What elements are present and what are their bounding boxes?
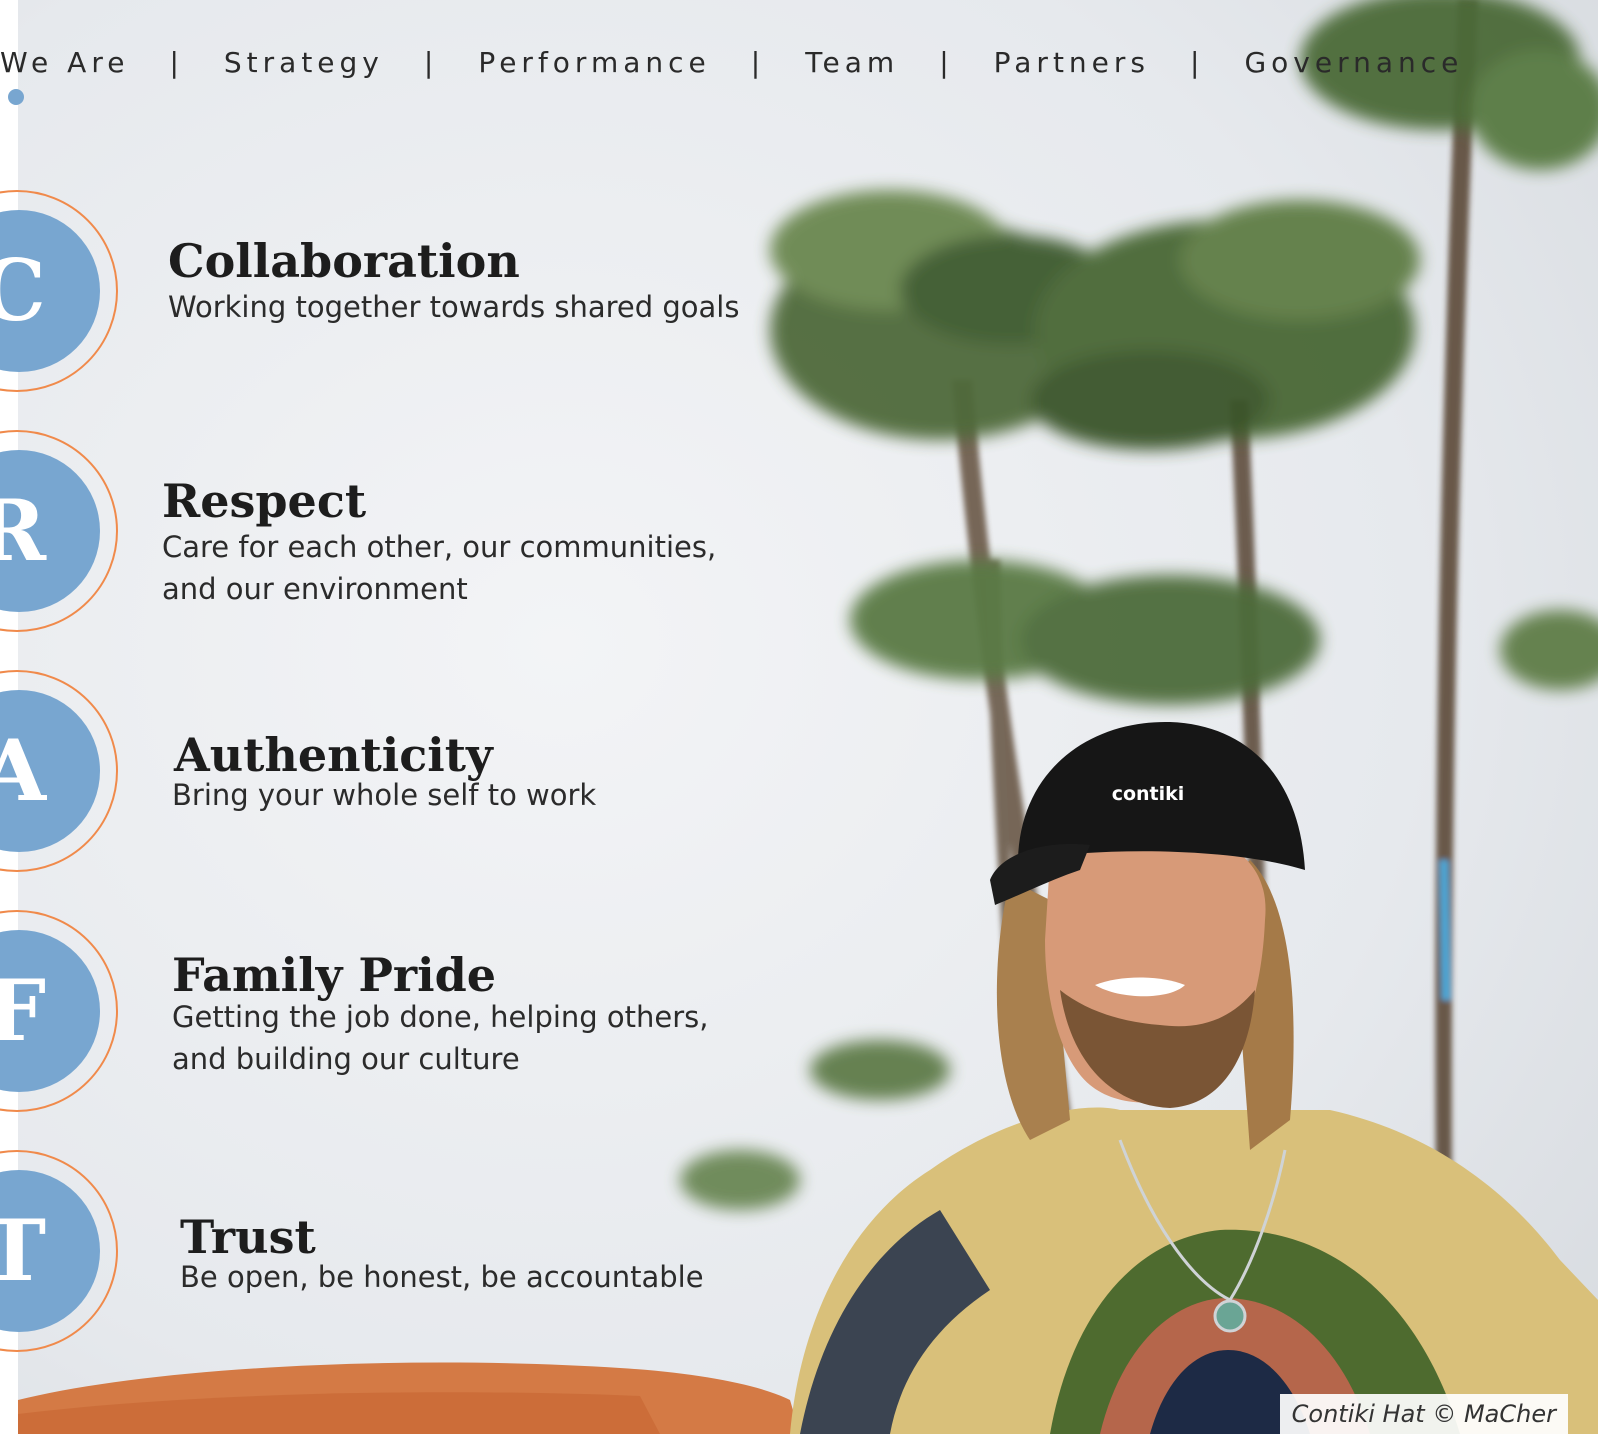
value-description: Care for each other, our communities, an… (162, 530, 717, 606)
value-description: Working together towards shared goals (168, 290, 740, 324)
value-letter: R (0, 481, 46, 580)
nav-separator: | (750, 45, 766, 79)
value-description: Getting the job done, helping others, an… (172, 1000, 709, 1076)
nav-item-partners[interactable]: Partners (994, 46, 1150, 79)
active-nav-indicator (8, 89, 24, 105)
value-letter: F (0, 961, 46, 1060)
cap-text: contiki (1112, 783, 1185, 805)
value-respect: R Respect Care for each other, our commu… (0, 430, 780, 640)
nav-item-performance[interactable]: Performance (478, 46, 710, 79)
value-title: Trust (180, 1210, 316, 1264)
nav-item-governance[interactable]: Governance (1244, 46, 1463, 79)
value-description: Be open, be honest, be accountable (180, 1260, 704, 1294)
value-authenticity: A Authenticity Bring your whole self to … (0, 670, 780, 880)
nav-separator: | (169, 45, 184, 79)
photo-credit: Contiki Hat © MaCher (1279, 1394, 1568, 1434)
value-trust: T Trust Be open, be honest, be accountab… (0, 1150, 780, 1360)
nav-separator: | (423, 45, 439, 79)
value-title: Collaboration (168, 234, 520, 288)
nav-item-strategy[interactable]: Strategy (224, 46, 384, 79)
value-title: Family Pride (172, 948, 497, 1002)
value-letter: C (0, 241, 46, 340)
value-title: Authenticity (174, 728, 493, 782)
nav-separator: | (939, 45, 954, 79)
value-collaboration: C Collaboration Working together towards… (0, 190, 780, 400)
value-letter: A (0, 721, 46, 820)
nav-item-team[interactable]: Team (805, 46, 899, 79)
value-title: Respect (162, 474, 367, 528)
nav-separator: | (1190, 45, 1205, 79)
value-description: Bring your whole self to work (172, 778, 597, 812)
value-letter: T (0, 1201, 46, 1300)
page: contiki We Are | Strategy | Performance … (0, 0, 1598, 1434)
value-family-pride: F Family Pride Getting the job done, hel… (0, 910, 780, 1120)
top-navigation: We Are | Strategy | Performance | Team |… (0, 40, 1463, 84)
nav-item-we-are[interactable]: We Are (0, 46, 129, 79)
